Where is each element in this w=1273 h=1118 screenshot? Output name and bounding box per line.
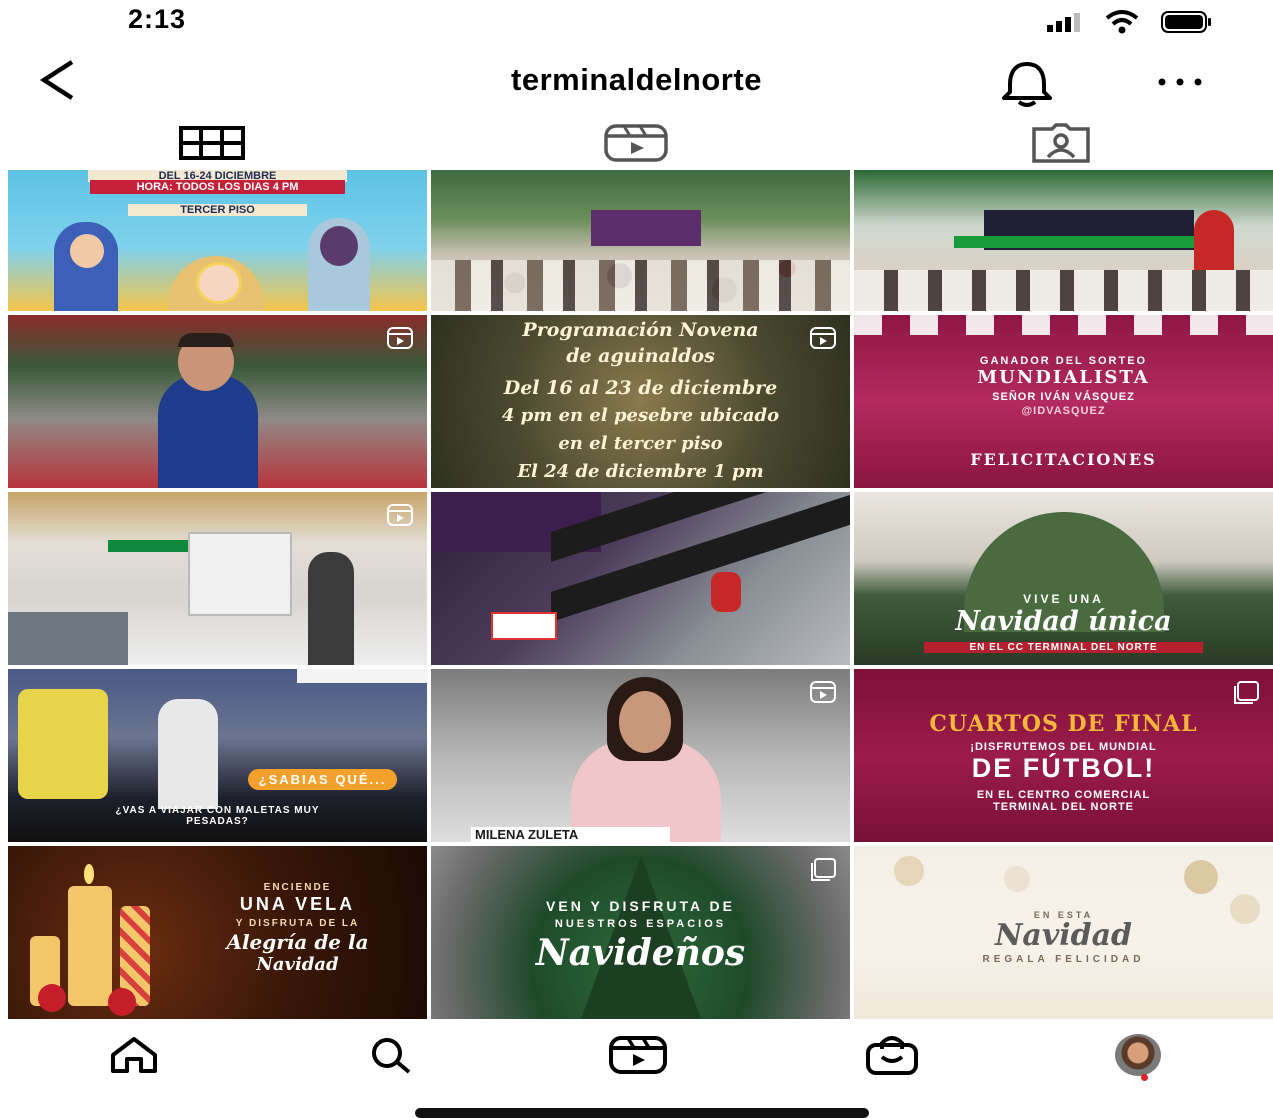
post-text: ¡DISFRUTEMOS DEL MUNDIAL — [970, 741, 1157, 753]
post-text: Navideños — [535, 932, 746, 974]
post-text: SEÑOR IVÁN VÁSQUEZ — [992, 391, 1135, 403]
more-icon — [1158, 78, 1202, 86]
post-text: VEN Y DISFRUTA DE — [546, 898, 735, 914]
profile-tabs — [0, 118, 1273, 168]
nav-profile[interactable] — [1108, 1030, 1168, 1080]
post-text: ¿SABIAS QUÉ... — [248, 769, 397, 790]
signal-icon — [1047, 13, 1080, 32]
notification-dot — [1141, 1074, 1148, 1081]
post-text: ENCIENDE — [263, 882, 332, 893]
post-text: TERCER PISO — [128, 204, 307, 216]
reels-icon — [609, 1036, 667, 1074]
nav-reels[interactable] — [608, 1030, 668, 1080]
post-text: NUESTROS ESPACIOS — [554, 918, 727, 930]
shop-icon — [866, 1036, 918, 1075]
post-text: Del 16 al 23 de diciembre — [503, 377, 778, 399]
profile-header: terminaldelnorte — [0, 50, 1273, 112]
post-text: en el tercer piso — [558, 433, 723, 454]
post-text: Navidad — [256, 954, 339, 975]
carousel-indicator-icon — [811, 858, 836, 881]
post-text: Y DISFRUTA DE LA — [235, 918, 360, 929]
post-thumbnail[interactable]: EN ESTA Navidad REGALA FELICIDAD — [854, 846, 1273, 1019]
status-icons — [1047, 10, 1213, 34]
post-text: UNA VELA — [239, 894, 356, 914]
post-thumbnail[interactable] — [431, 170, 850, 311]
reel-indicator-icon — [387, 327, 413, 349]
post-text: FELICITACIONES — [970, 450, 1157, 469]
post-thumbnail[interactable]: GANADOR DEL SORTEO MUNDIALISTA SEÑOR IVÁ… — [854, 315, 1273, 488]
post-text: El 24 de diciembre 1 pm — [517, 461, 764, 482]
post-text: ¿VAS A VIAJAR CON MALETAS MUY PESADAS? — [115, 805, 320, 827]
post-thumbnail[interactable] — [431, 492, 850, 665]
home-indicator — [415, 1108, 869, 1118]
post-thumbnail[interactable] — [8, 315, 427, 488]
grid-icon — [179, 126, 246, 160]
post-text: HORA: TODOS LOS DIAS 4 PM — [90, 180, 345, 194]
post-thumbnail[interactable]: VEN Y DISFRUTA DE NUESTROS ESPACIOS Navi… — [431, 846, 850, 1019]
tab-tagged[interactable] — [849, 118, 1273, 168]
post-text: TERMINAL DEL NORTE — [992, 801, 1135, 813]
post-thumbnail[interactable]: VIVE UNA Navidad única EN EL CC TERMINAL… — [854, 492, 1273, 665]
post-text: CUARTOS DE FINAL — [929, 711, 1198, 737]
nav-search[interactable] — [362, 1030, 422, 1080]
post-thumbnail[interactable]: ENCIENDE UNA VELA Y DISFRUTA DE LA Alegr… — [8, 846, 427, 1019]
post-text: Navidad única — [955, 606, 1172, 637]
avatar — [1115, 1034, 1161, 1076]
post-text: 4 pm en el pesebre ubicado — [501, 405, 780, 426]
reels-icon — [604, 124, 669, 162]
carousel-indicator-icon — [1234, 681, 1259, 704]
wifi-icon — [1105, 10, 1139, 34]
notifications-button[interactable] — [992, 60, 1062, 108]
post-thumbnail[interactable]: DEL 16-24 DICIEMBRE HORA: TODOS LOS DIAS… — [8, 170, 427, 311]
post-text: GANADOR DEL SORTEO — [979, 355, 1148, 367]
battery-icon — [1161, 11, 1211, 33]
post-text: Navidad — [994, 918, 1133, 953]
status-bar: 2:13 — [0, 0, 1273, 48]
bottom-navigation — [0, 1024, 1273, 1084]
reel-indicator-icon — [810, 681, 836, 703]
nav-shop[interactable] — [862, 1030, 922, 1080]
post-thumbnail[interactable]: ¿SABIAS QUÉ... ¿VAS A VIAJAR CON MALETAS… — [8, 669, 427, 842]
post-text: Programación Novena — [522, 319, 759, 341]
nav-home[interactable] — [104, 1030, 164, 1080]
post-thumbnail[interactable]: Programación Novena de aguinaldos Del 16… — [431, 315, 850, 488]
post-text: de aguinaldos — [566, 345, 715, 367]
post-text: @IDVASQUEZ — [1021, 405, 1106, 417]
post-thumbnail[interactable] — [8, 492, 427, 665]
post-text: MUNDIALISTA — [977, 367, 1150, 388]
post-thumbnail[interactable] — [854, 170, 1273, 311]
home-icon — [111, 1037, 157, 1073]
post-text: VIVE UNA — [1023, 592, 1104, 606]
tab-posts[interactable] — [0, 118, 424, 168]
bell-icon — [1002, 62, 1052, 107]
post-thumbnail[interactable]: CUARTOS DE FINAL ¡DISFRUTEMOS DEL MUNDIA… — [854, 669, 1273, 842]
search-icon — [372, 1038, 411, 1074]
post-text: REGALA FELICIDAD — [982, 954, 1145, 965]
posts-grid: DEL 16-24 DICIEMBRE HORA: TODOS LOS DIAS… — [8, 170, 1273, 1019]
post-thumbnail[interactable]: MILENA ZULETA — [431, 669, 850, 842]
status-time: 2:13 — [128, 4, 187, 34]
tab-reels[interactable] — [424, 118, 848, 168]
post-text: Alegría de la — [226, 930, 369, 954]
profile-username: terminaldelnorte — [511, 62, 762, 97]
post-text: EN EL CENTRO COMERCIAL — [976, 789, 1151, 801]
post-text: DE FÚTBOL! — [971, 753, 1156, 783]
post-text: EN EL CC TERMINAL DEL NORTE — [924, 642, 1203, 653]
reel-indicator-icon — [387, 504, 413, 526]
tagged-icon — [1032, 123, 1090, 163]
more-options-button[interactable] — [1150, 64, 1210, 104]
post-text: MILENA ZULETA — [471, 827, 670, 842]
